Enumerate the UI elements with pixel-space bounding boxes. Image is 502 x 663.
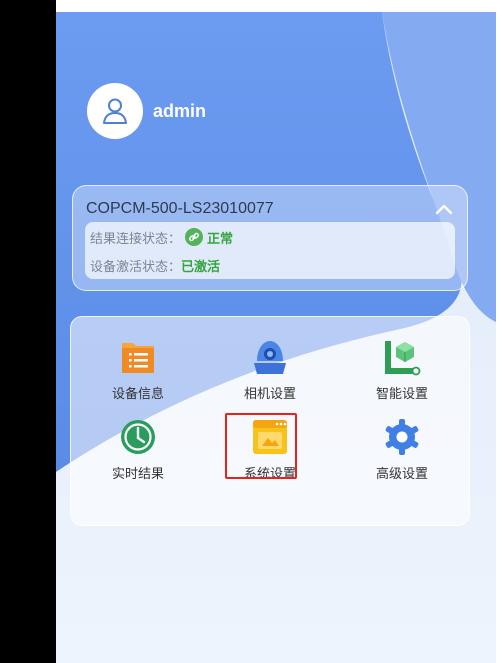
menu-item-label: 相机设置 <box>243 387 296 402</box>
top-white-strip <box>56 0 502 12</box>
smart-settings-icon <box>385 341 421 376</box>
clock-icon <box>121 420 155 454</box>
activation-status-label: 设备激活状态： <box>90 259 182 275</box>
menu-item-camera-settings[interactable]: 相机设置 <box>215 337 325 407</box>
menu-item-label: 高级设置 <box>375 467 428 482</box>
left-black-bar <box>0 0 56 663</box>
menu-item-advanced-settings[interactable]: 高级设置 <box>347 417 457 487</box>
function-grid: 设备信息 相机设置 智能设置 实时结果 系统设置 高级设置 <box>70 316 470 526</box>
menu-item-realtime-results[interactable]: 实时结果 <box>83 417 193 487</box>
connection-status-value: 正常 <box>207 231 234 247</box>
connection-status-row: 结果连接状态： 正常 <box>90 227 233 247</box>
user-avatar-icon <box>103 98 127 124</box>
username: admin <box>153 101 207 121</box>
menu-item-smart-settings[interactable]: 智能设置 <box>347 337 457 407</box>
chevron-up-icon[interactable] <box>433 200 455 218</box>
app-screen: admin COPCM-500-LS23010077 结果连接状态： 正常 设备… <box>56 12 496 663</box>
menu-item-device-info[interactable]: 设备信息 <box>83 337 193 407</box>
device-id: COPCM-500-LS23010077 <box>86 200 274 217</box>
device-info-icon <box>122 343 154 373</box>
gear-icon <box>385 419 419 455</box>
activation-status-value: 已激活 <box>181 259 221 275</box>
connection-status-label: 结果连接状态： <box>90 231 182 247</box>
activation-status-row: 设备激活状态： 已激活 <box>90 255 220 275</box>
menu-item-label: 实时结果 <box>111 467 164 482</box>
device-status-card: COPCM-500-LS23010077 结果连接状态： 正常 设备激活状态： … <box>72 185 468 291</box>
menu-item-label: 智能设置 <box>375 387 428 402</box>
status-panel: 结果连接状态： 正常 设备激活状态： 已激活 <box>85 222 455 279</box>
camera-icon <box>254 341 286 374</box>
highlight-box <box>225 413 297 479</box>
menu-item-label: 设备信息 <box>111 387 164 402</box>
right-white-strip <box>496 12 502 663</box>
avatar[interactable] <box>87 83 143 139</box>
link-icon <box>185 228 204 246</box>
